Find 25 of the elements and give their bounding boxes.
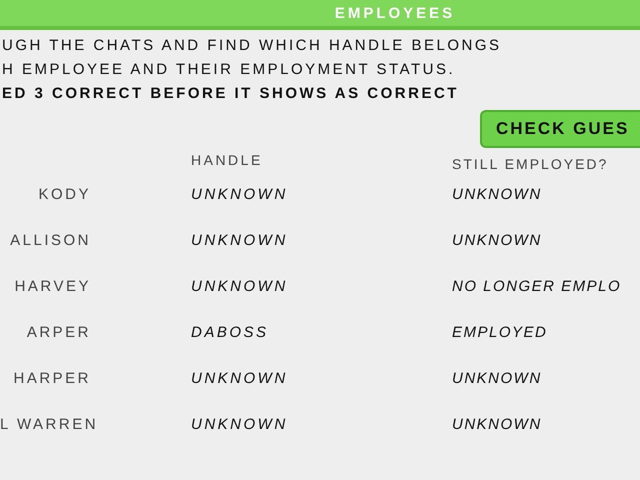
status-value[interactable]: NO LONGER EMPLO xyxy=(452,272,640,318)
handle-value[interactable]: UNKNOWN xyxy=(191,226,452,272)
status-value[interactable]: UNKNOWN xyxy=(452,364,640,410)
employee-name: ALLISON xyxy=(9,231,92,251)
handle-value[interactable]: UNKNOWN xyxy=(191,180,452,226)
column-header: HANDLE xyxy=(191,151,264,170)
employee-name: HARPER xyxy=(12,369,92,389)
instruction-text: H EMPLOYEE AND THEIR EMPLOYMENT STATUS. xyxy=(2,60,456,80)
check-guess-button[interactable]: CHECK GUES xyxy=(480,110,640,148)
employee-name: KODY xyxy=(37,185,92,205)
status-value[interactable]: UNKNOWN xyxy=(452,180,640,226)
handle-value[interactable]: UNKNOWN xyxy=(191,364,452,410)
handle-value[interactable]: UNKNOWN xyxy=(191,410,452,456)
handle-value[interactable]: DABOSS xyxy=(191,318,452,364)
status-value[interactable]: EMPLOYED xyxy=(452,318,640,364)
title: EMPLOYEES xyxy=(334,5,456,24)
status-value[interactable]: UNKNOWN xyxy=(452,410,640,456)
handle-value[interactable]: UNKNOWN xyxy=(191,272,452,318)
instruction-text: UGH THE CHATS AND FIND WHICH HANDLE BELONGS xyxy=(2,36,502,56)
employee-name: ARPER xyxy=(26,323,92,343)
status-value[interactable]: UNKNOWN xyxy=(452,226,640,272)
employee-name: L WARREN xyxy=(0,415,100,435)
employee-name: HARVEY xyxy=(14,277,92,297)
instruction-text: ED 3 CORRECT BEFORE IT SHOWS AS CORRECT xyxy=(2,84,460,104)
column-header: STILL EMPLOYED? xyxy=(452,155,610,174)
